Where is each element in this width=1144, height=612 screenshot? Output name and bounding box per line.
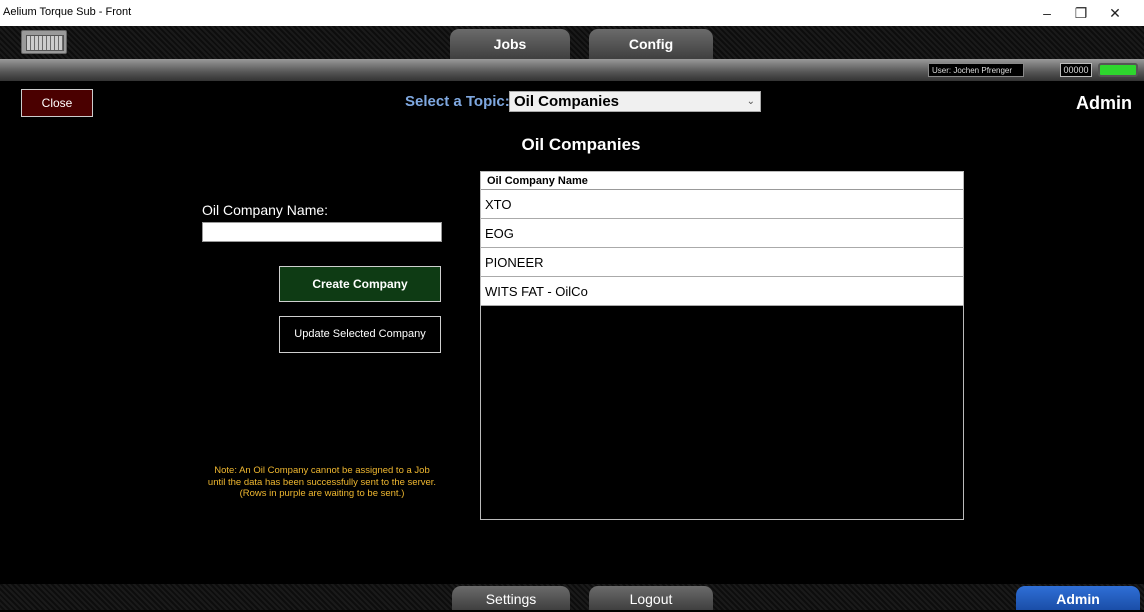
window-titlebar: Aelium Torque Sub - Front – ❐ ✕ xyxy=(0,0,1144,26)
oil-companies-table: Oil Company Name XTO EOG PIONEER WITS FA… xyxy=(480,171,964,520)
note-line: until the data has been successfully sen… xyxy=(207,476,437,488)
page-title: Oil Companies xyxy=(521,135,641,154)
topic-select-value: Oil Companies xyxy=(514,93,620,110)
note-line: (Rows in purple are waiting to be sent.) xyxy=(239,488,405,499)
sync-note: Note: An Oil Company cannot be assigned … xyxy=(172,465,472,500)
chevron-down-icon: ⌄ xyxy=(746,96,755,107)
restore-icon[interactable]: ❐ xyxy=(1066,2,1096,24)
topic-label: Select a Topic: xyxy=(405,93,510,110)
tab-logout[interactable]: Logout xyxy=(589,586,713,610)
tab-settings[interactable]: Settings xyxy=(452,586,570,610)
close-button[interactable]: Close xyxy=(21,89,93,117)
table-row[interactable]: XTO xyxy=(481,190,963,219)
window-title: Aelium Torque Sub - Front xyxy=(3,6,132,18)
close-window-icon[interactable]: ✕ xyxy=(1100,2,1130,24)
column-header-oil-company-name[interactable]: Oil Company Name xyxy=(481,172,963,190)
table-row[interactable]: WITS FAT - OilCo xyxy=(481,277,963,306)
table-row[interactable]: EOG xyxy=(481,219,963,248)
tab-config[interactable]: Config xyxy=(589,29,713,59)
update-selected-company-button[interactable]: Update Selected Company xyxy=(279,316,441,353)
keyboard-icon[interactable] xyxy=(21,30,67,54)
tab-admin[interactable]: Admin xyxy=(1016,586,1140,610)
table-row[interactable]: PIONEER xyxy=(481,248,963,277)
top-nav-bar xyxy=(0,26,1144,59)
create-company-button[interactable]: Create Company xyxy=(279,266,441,302)
role-label: Admin xyxy=(1076,93,1132,113)
bottom-nav-bar xyxy=(0,584,1144,610)
oil-company-name-input[interactable] xyxy=(202,222,442,242)
minimize-icon[interactable]: – xyxy=(1032,2,1062,24)
connection-status-led xyxy=(1098,63,1138,77)
counter-display: 00000 xyxy=(1060,63,1092,77)
user-indicator: User: Jochen Pfrenger xyxy=(928,63,1024,77)
oil-company-name-label: Oil Company Name: xyxy=(202,202,329,218)
topic-select[interactable]: Oil Companies ⌄ xyxy=(509,91,761,112)
keyboard-keys xyxy=(26,35,64,51)
note-line: Note: An Oil Company cannot be assigned … xyxy=(214,465,430,476)
tab-jobs[interactable]: Jobs xyxy=(450,29,570,59)
